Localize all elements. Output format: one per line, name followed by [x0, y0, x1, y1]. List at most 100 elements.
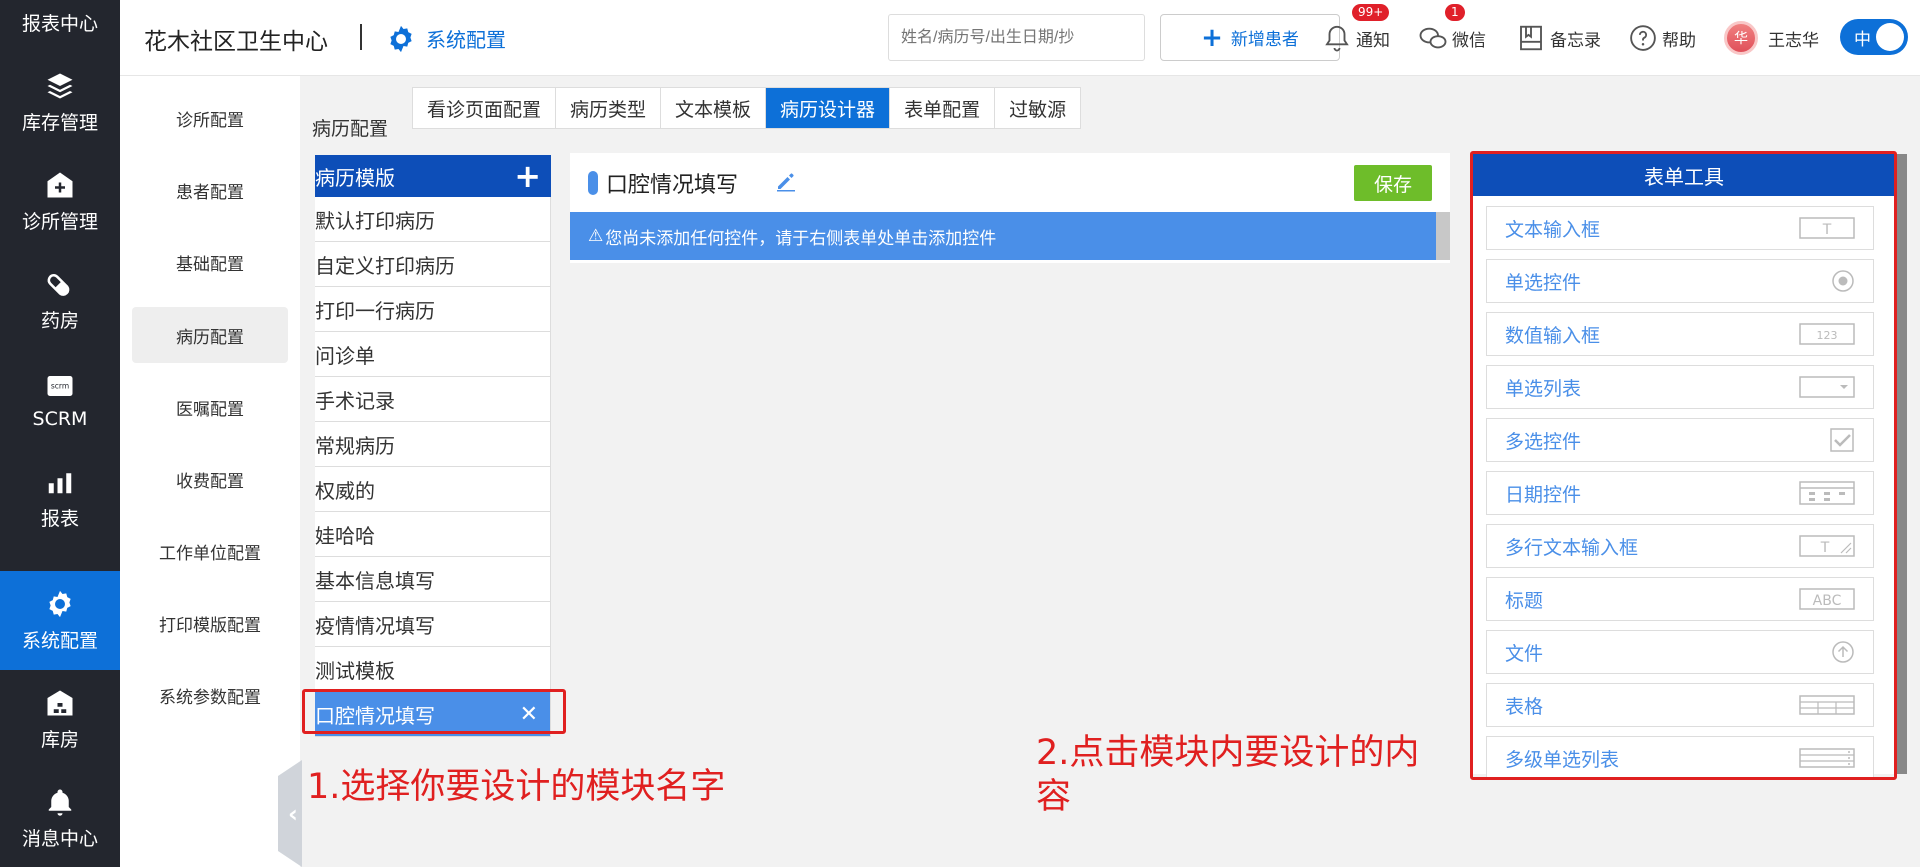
nav-item-pharmacy[interactable]: 药房: [0, 251, 120, 350]
svg-text:scrm: scrm: [51, 381, 69, 390]
bar-chart-icon: [44, 466, 76, 498]
template-item[interactable]: 自定义打印病历: [315, 242, 551, 287]
submenu-order-config[interactable]: 医嘱配置: [132, 379, 288, 435]
submenu-print-template-config[interactable]: 打印模版配置: [132, 595, 288, 651]
org-name: 花木社区卫生中心: [144, 29, 328, 55]
scrm-icon: scrm: [44, 370, 76, 402]
nav-item-inventory[interactable]: 库存管理: [0, 53, 120, 152]
template-item[interactable]: 基本信息填写: [315, 557, 551, 602]
nav-item-system-config[interactable]: 系统配置: [0, 571, 120, 670]
patient-search-input[interactable]: [888, 14, 1145, 61]
tab-allergen[interactable]: 过敏源: [995, 88, 1080, 128]
template-item[interactable]: 常规病历: [315, 422, 551, 467]
notify-button[interactable]: 通知: [1322, 18, 1390, 58]
bell-icon: [44, 786, 76, 818]
tab-record-designer[interactable]: 病历设计器: [766, 88, 891, 128]
template-item[interactable]: 娃哈哈: [315, 512, 551, 557]
help-icon: [1630, 25, 1656, 51]
current-section-title: 系统配置: [426, 28, 506, 52]
submenu-patient-config[interactable]: 患者配置: [132, 162, 288, 218]
config-submenu: 诊所配置 患者配置 基础配置 病历配置 医嘱配置 收费配置 工作单位配置 打印模…: [120, 76, 300, 867]
add-patient-label: 新增患者: [1230, 30, 1299, 50]
plus-icon: +: [1201, 22, 1223, 53]
add-template-icon[interactable]: +: [514, 160, 541, 192]
nav-item-label: SCRM: [32, 407, 88, 430]
submenu-record-config[interactable]: 病历配置: [132, 307, 288, 363]
template-item[interactable]: 手术记录: [315, 377, 551, 422]
help-label: 帮助: [1662, 30, 1696, 51]
nav-item-report-center[interactable]: 报表中心: [0, 0, 120, 53]
tab-form-config[interactable]: 表单配置: [890, 88, 996, 128]
template-item[interactable]: 权威的: [315, 467, 551, 512]
scrollbar[interactable]: [1436, 212, 1450, 260]
nav-item-label: 消息中心: [21, 828, 98, 850]
template-list: 病历模版 + 默认打印病历 自定义打印病历 打印一行病历 问诊单 手术记录 常规…: [315, 155, 551, 737]
nav-item-label: 报表: [40, 508, 79, 530]
tab-text-template[interactable]: 文本模板: [661, 88, 767, 128]
header-divider: [360, 24, 362, 50]
submenu-billing-config[interactable]: 收费配置: [132, 451, 288, 507]
pill-icon: [44, 268, 76, 300]
nav-item-clinic[interactable]: 诊所管理: [0, 152, 120, 251]
record-editor: 口腔情况填写 保存 ⚠ 您尚未添加任何控件，请于右侧表单处单击添加控件: [570, 153, 1450, 263]
editor-title: 口腔情况填写: [588, 167, 738, 199]
tools-scrollbar[interactable]: [1897, 154, 1907, 774]
warning-text: 您尚未添加任何控件，请于右侧表单处单击添加控件: [605, 228, 997, 249]
submenu-clinic-config[interactable]: 诊所配置: [132, 90, 288, 146]
submenu-workunit-config[interactable]: 工作单位配置: [132, 523, 288, 579]
template-item[interactable]: 问诊单: [315, 332, 551, 377]
add-patient-button[interactable]: + 新增患者: [1160, 14, 1340, 61]
username[interactable]: 王志华: [1768, 26, 1819, 51]
main-sidebar: 报表中心 库存管理 诊所管理 药房 scrm SCRM 报表 系统配置 库房 消…: [0, 0, 120, 867]
submenu-system-params-config[interactable]: 系统参数配置: [132, 667, 288, 723]
gear-icon: [44, 588, 76, 620]
toggle-knob: [1876, 23, 1904, 51]
language-label: 中: [1854, 29, 1871, 50]
language-toggle[interactable]: 中: [1840, 19, 1908, 55]
wechat-label: 微信: [1452, 30, 1486, 51]
memo-label: 备忘录: [1550, 30, 1601, 51]
submenu-basic-config[interactable]: 基础配置: [132, 234, 288, 290]
editor-title-text: 口腔情况填写: [606, 173, 739, 198]
annotation-highlight-box: [302, 689, 566, 734]
wechat-icon: [1419, 27, 1447, 49]
tab-record-type[interactable]: 病历类型: [556, 88, 662, 128]
template-list-header: 病历模版 +: [315, 155, 551, 197]
annotation-highlight-box: [1470, 151, 1897, 780]
nav-item-label: 系统配置: [21, 630, 98, 652]
memo-button[interactable]: 备忘录: [1516, 18, 1601, 58]
annotation-step2-line1: 2.点击模块内要设计的内: [1036, 733, 1420, 773]
bell-icon: [1325, 25, 1349, 52]
nav-item-label: 库存管理: [21, 112, 98, 134]
nav-item-reports[interactable]: 报表: [0, 449, 120, 548]
memo-icon: [1520, 25, 1542, 51]
medical-house-icon: [44, 169, 76, 201]
warning-icon: ⚠: [588, 226, 604, 246]
template-item[interactable]: 疫情情况填写: [315, 602, 551, 647]
save-button[interactable]: 保存: [1354, 165, 1432, 201]
template-item[interactable]: 测试模板: [315, 647, 551, 692]
chevron-left-icon: ‹: [288, 799, 298, 828]
template-item[interactable]: 打印一行病历: [315, 287, 551, 332]
nav-item-message-center[interactable]: 消息中心: [0, 769, 120, 867]
wechat-button[interactable]: 微信: [1418, 18, 1486, 58]
annotation-step1: 1.选择你要设计的模块名字: [307, 767, 726, 807]
gear-icon: [390, 25, 412, 53]
nav-item-label: 报表中心: [21, 13, 98, 35]
nav-item-scrm[interactable]: scrm SCRM: [0, 350, 120, 449]
help-button[interactable]: 帮助: [1628, 18, 1696, 58]
annotation-step2: 2.点击模块内要设计的内 容: [1036, 732, 1419, 820]
avatar[interactable]: 华: [1724, 21, 1758, 55]
notify-label: 通知: [1356, 30, 1390, 51]
tab-visit-page-config[interactable]: 看诊页面配置: [413, 88, 557, 128]
layers-icon: [44, 70, 76, 102]
collapse-sidebar-handle[interactable]: ‹: [278, 760, 302, 867]
title-marker: [588, 171, 598, 195]
nav-item-label: 库房: [40, 729, 79, 751]
template-item[interactable]: 默认打印病历: [315, 197, 551, 242]
top-header: 花木社区卫生中心 系统配置 + 新增患者 通知 99+ 微信 1 备忘录 帮助 …: [120, 0, 1920, 76]
empty-warning-bar: ⚠ 您尚未添加任何控件，请于右侧表单处单击添加控件: [570, 212, 1450, 260]
notify-badge: 99+: [1352, 4, 1390, 21]
nav-item-warehouse[interactable]: 库房: [0, 670, 120, 769]
pencil-icon[interactable]: [774, 169, 798, 193]
